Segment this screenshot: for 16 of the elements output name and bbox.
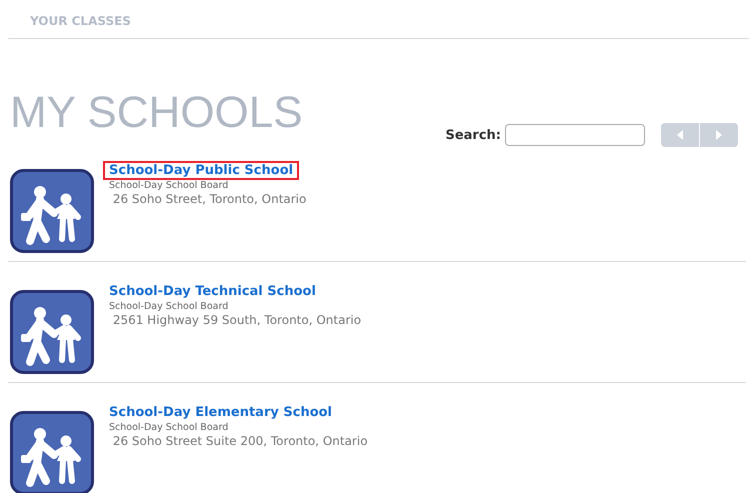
school-children-icon xyxy=(10,169,94,253)
school-board: School-Day School Board xyxy=(109,301,230,312)
search-field[interactable] xyxy=(505,124,645,146)
right-triangle-icon xyxy=(716,130,722,140)
school-board: School-Day School Board xyxy=(109,422,230,433)
school-link[interactable]: School-Day Public School xyxy=(103,161,300,180)
left-triangle-icon xyxy=(677,130,683,140)
school-link[interactable]: School-Day Technical School xyxy=(103,282,322,301)
school-board: School-Day School Board xyxy=(109,180,230,191)
search-label: Search: xyxy=(445,128,501,142)
school-address: 26 Soho Street, Toronto, Ontario xyxy=(112,192,306,206)
school-link[interactable]: School-Day Elementary School xyxy=(103,403,338,422)
school-children-icon xyxy=(10,290,94,374)
page-title: MY SCHOOLS xyxy=(10,91,303,135)
school-address: 2561 Highway 59 South, Toronto, Ontario xyxy=(112,313,362,327)
school-address: 26 Soho Street Suite 200, Toronto, Ontario xyxy=(112,434,368,448)
